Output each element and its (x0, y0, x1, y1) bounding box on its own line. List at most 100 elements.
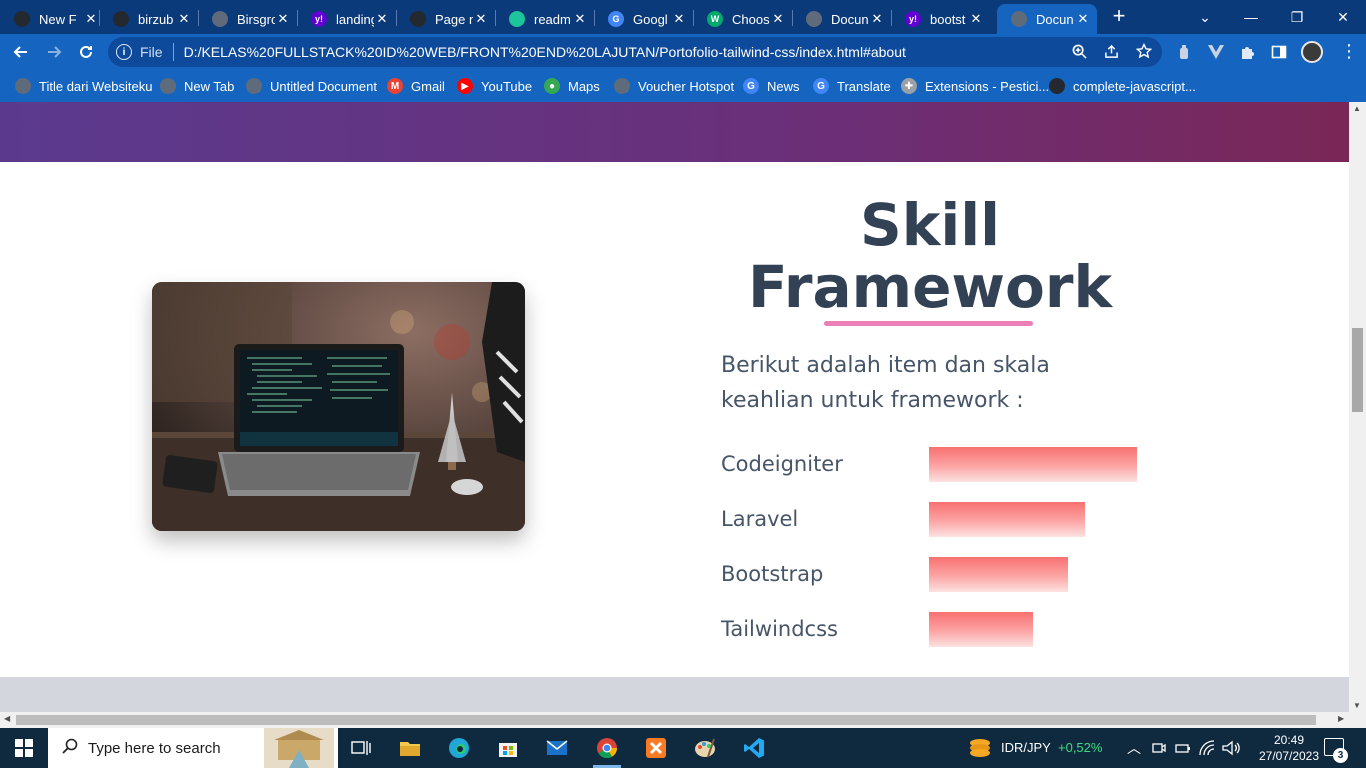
close-window-button[interactable]: ✕ (1320, 0, 1366, 34)
restore-button[interactable]: ❐ (1274, 0, 1320, 34)
currency-widget-icon[interactable] (968, 737, 992, 759)
tab-close-icon[interactable]: ✕ (374, 11, 390, 27)
tab-close-icon[interactable]: ✕ (176, 11, 192, 27)
bookmark-item[interactable]: G Translate (813, 76, 891, 96)
vertical-scroll-thumb[interactable] (1352, 328, 1363, 412)
bookmark-item[interactable]: Untitled Document (246, 76, 377, 96)
horizontal-scrollbar[interactable]: ◀ ▶ (0, 712, 1349, 728)
skill-name: Bootstrap (721, 562, 824, 586)
bookmark-item[interactable]: G News (743, 76, 800, 96)
microsoft-store-icon[interactable] (488, 732, 528, 764)
browser-tab[interactable]: New Fi ✕ (0, 4, 105, 34)
vue-devtools-icon[interactable] (1207, 43, 1225, 61)
taskbar-search[interactable]: Type here to search (48, 728, 338, 768)
browser-tab[interactable]: Page n ✕ (396, 4, 495, 34)
extensions-puzzle-icon[interactable] (1239, 43, 1257, 61)
horizontal-scroll-thumb[interactable] (16, 715, 1316, 725)
browser-menu-icon[interactable]: ⋮ (1340, 42, 1358, 60)
xampp-icon[interactable] (636, 732, 676, 764)
profile-avatar[interactable] (1301, 41, 1323, 63)
browser-tab[interactable]: Docun ✕ (792, 4, 891, 34)
bookmark-item[interactable]: ✚ Extensions - Pestici... (901, 76, 1049, 96)
bookmark-item[interactable]: New Tab (160, 76, 234, 96)
show-hidden-icons-icon[interactable]: ︿ (1127, 738, 1141, 758)
title-underline (824, 321, 1033, 326)
bookmark-label: Maps (568, 78, 600, 94)
file-explorer-icon[interactable] (390, 732, 430, 764)
system-clock[interactable]: 20:49 27/07/2023 (1258, 732, 1320, 764)
address-scheme: File (140, 44, 163, 60)
tab-close-icon[interactable]: ✕ (1075, 11, 1091, 27)
zoom-icon[interactable] (1070, 42, 1088, 60)
extension-bottle-icon[interactable] (1175, 43, 1193, 61)
tab-close-icon[interactable]: ✕ (671, 11, 687, 27)
chrome-icon[interactable] (587, 732, 627, 768)
tab-close-icon[interactable]: ✕ (83, 11, 99, 27)
tab-close-icon[interactable]: ✕ (572, 11, 588, 27)
bookmark-star-icon[interactable] (1135, 42, 1153, 60)
tab-close-icon[interactable]: ✕ (869, 11, 885, 27)
tab-close-icon[interactable]: ✕ (968, 11, 984, 27)
browser-tab[interactable]: y! bootst ✕ (891, 4, 990, 34)
tab-search-button[interactable]: ⌄ (1182, 0, 1228, 34)
address-bar[interactable]: i File D:/KELAS%20FULLSTACK%20ID%20WEB/F… (108, 37, 1162, 67)
volume-icon[interactable] (1222, 740, 1240, 756)
start-button[interactable] (0, 728, 48, 768)
tab-title: Page n (435, 11, 473, 27)
maps-icon: ● (544, 78, 560, 94)
vertical-scrollbar[interactable]: ▲ ▼ (1349, 102, 1366, 712)
tab-close-icon[interactable]: ✕ (770, 11, 786, 27)
address-url[interactable]: D:/KELAS%20FULLSTACK%20ID%20WEB/FRONT%20… (184, 44, 906, 60)
scroll-up-icon[interactable]: ▲ (1353, 104, 1361, 113)
skill-name: Tailwindcss (721, 617, 838, 641)
browser-toolbar: i File D:/KELAS%20FULLSTACK%20ID%20WEB/F… (0, 34, 1366, 70)
meet-now-icon[interactable] (1152, 741, 1166, 755)
globe-icon (246, 78, 262, 94)
tab-title: Googl (633, 11, 668, 27)
tab-close-icon[interactable]: ✕ (275, 11, 291, 27)
bookmark-label: Translate (837, 78, 891, 94)
paint-icon[interactable] (685, 732, 725, 764)
browser-tab[interactable]: Docun ✕ (997, 4, 1097, 34)
browser-tab[interactable]: G Googl ✕ (594, 4, 693, 34)
tab-close-icon[interactable]: ✕ (473, 11, 489, 27)
scroll-down-icon[interactable]: ▼ (1353, 701, 1361, 710)
bookmark-item[interactable]: ● Maps (544, 76, 600, 96)
mail-icon[interactable] (537, 732, 577, 764)
windows-logo-icon (15, 739, 33, 757)
currency-label[interactable]: IDR/JPY (1001, 740, 1051, 755)
bookmark-label: YouTube (481, 78, 533, 94)
new-tab-button[interactable]: + (1107, 5, 1131, 29)
browser-tab[interactable]: W Choos ✕ (693, 4, 792, 34)
bookmark-label: Untitled Document (270, 78, 377, 94)
battery-icon[interactable] (1175, 741, 1191, 755)
bookmark-label: Voucher Hotspot (638, 78, 735, 94)
task-view-icon[interactable] (341, 732, 381, 764)
side-panel-icon[interactable] (1270, 43, 1288, 61)
tab-title: Birsgro (237, 11, 275, 27)
bookmark-item[interactable]: Title dari Websiteku (15, 76, 152, 96)
browser-tab[interactable]: readm ✕ (495, 4, 594, 34)
share-icon[interactable] (1102, 42, 1120, 60)
tab-separator (792, 10, 793, 26)
reload-button[interactable] (74, 40, 98, 64)
browser-tab[interactable]: y! landing ✕ (297, 4, 396, 34)
tab-separator (693, 10, 694, 26)
bookmark-item[interactable]: complete-javascript... (1049, 76, 1196, 96)
network-icon[interactable] (1199, 740, 1215, 756)
site-info-icon[interactable]: i (116, 44, 132, 60)
back-button[interactable] (9, 40, 33, 64)
scroll-left-icon[interactable]: ◀ (4, 714, 10, 723)
tab-title: birzub (138, 11, 174, 27)
bookmark-item[interactable]: ▶ YouTube (457, 76, 532, 96)
vscode-icon[interactable] (734, 732, 774, 764)
browser-tab[interactable]: Birsgro ✕ (198, 4, 297, 34)
bookmark-item[interactable]: Voucher Hotspot (614, 76, 734, 96)
scroll-right-icon[interactable]: ▶ (1338, 714, 1344, 723)
forward-button[interactable] (42, 40, 66, 64)
browser-tab[interactable]: birzub ✕ (99, 4, 198, 34)
bookmark-item[interactable]: M Gmail (387, 76, 445, 96)
minimize-button[interactable]: — (1228, 0, 1274, 34)
edge-browser-icon[interactable] (439, 732, 479, 764)
tab-separator (297, 10, 298, 26)
